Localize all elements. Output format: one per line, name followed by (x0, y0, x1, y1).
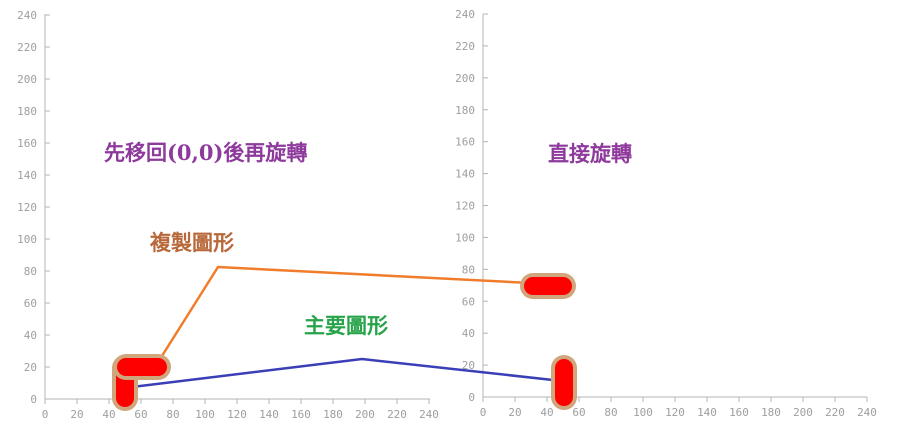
left-x-tick-label: 180 (323, 408, 343, 421)
right-x-tick-label: 160 (729, 406, 749, 419)
right-y-tick-label: 0 (468, 391, 475, 404)
right-x-tick-label: 120 (665, 406, 685, 419)
main-shape-annotation: 主要圖形 (304, 313, 388, 338)
left-y-tick-label: 20 (24, 361, 37, 374)
right-panel: 0 20 40 60 80 100 120 140 160 180 200 220 240 0 20 40 6… (455, 8, 877, 419)
left-y-tick-label: 240 (17, 9, 37, 22)
right-y-tick-label: 80 (462, 263, 475, 276)
right-x-tick-label: 180 (761, 406, 781, 419)
left-y-tick-label: 160 (17, 137, 37, 150)
left-y-tick-label: 140 (17, 169, 37, 182)
right-x-tick-label: 220 (825, 406, 845, 419)
right-y-tick-label: 100 (455, 231, 475, 244)
right-y-tick-label: 220 (455, 40, 475, 53)
right-y-tick-label: 180 (455, 104, 475, 117)
left-y-tick-label: 0 (30, 393, 37, 406)
copy-shape-annotation: 複製圖形 (149, 230, 234, 255)
left-x-tick-label: 200 (355, 408, 375, 421)
left-y-tick-label: 120 (17, 201, 37, 214)
left-y-tick-label: 220 (17, 41, 37, 54)
left-y-tick-label: 40 (24, 329, 37, 342)
right-x-tick-label: 0 (480, 406, 487, 419)
right-x-ticks: 0 20 40 60 80 100 120 140 160 180 200 220 240 (480, 397, 877, 419)
left-x-tick-label: 60 (134, 408, 147, 421)
left-x-tick-label: 0 (42, 408, 49, 421)
right-x-tick-label: 100 (633, 406, 653, 419)
right-y-tick-label: 240 (455, 8, 475, 21)
right-y-tick-label: 200 (455, 72, 475, 85)
main-leader-line (131, 357, 563, 389)
left-x-tick-label: 80 (166, 408, 179, 421)
left-panel: 0 20 40 60 80 100 120 140 160 180 200 220 240 0 20 40 6… (17, 9, 439, 421)
left-y-tick-label: 200 (17, 73, 37, 86)
right-x-tick-label: 60 (572, 406, 585, 419)
left-x-tick-label: 240 (419, 408, 439, 421)
left-y-tick-label: 60 (24, 297, 37, 310)
right-y-tick-label: 160 (455, 136, 475, 149)
right-y-tick-label: 60 (462, 295, 475, 308)
right-x-tick-label: 20 (508, 406, 521, 419)
right-x-tick-label: 80 (604, 406, 617, 419)
right-x-tick-label: 200 (793, 406, 813, 419)
left-y-tick-label: 80 (24, 265, 37, 278)
left-x-tick-label: 120 (227, 408, 247, 421)
right-y-tick-label: 140 (455, 168, 475, 181)
left-x-tick-label: 100 (195, 408, 215, 421)
right-x-tick-label: 40 (540, 406, 553, 419)
left-x-tick-label: 40 (102, 408, 115, 421)
left-y-tick-label: 100 (17, 233, 37, 246)
right-x-tick-label: 240 (857, 406, 877, 419)
diagram-canvas: 020406080100120140160180200220240 0 20 40 6… (17, 8, 877, 421)
right-x-tick-label: 140 (697, 406, 717, 419)
left-x-tick-label: 220 (387, 408, 407, 421)
left-x-ticks: 0 20 40 60 80 100 120 140 160 180 200 220 240 (42, 399, 439, 421)
left-x-tick-label: 140 (259, 408, 279, 421)
left-x-tick-label: 160 (291, 408, 311, 421)
right-y-tick-label: 40 (462, 327, 475, 340)
left-x-tick-label: 20 (70, 408, 83, 421)
right-y-tick-label: 120 (455, 200, 475, 213)
right-title-annotation: 直接旋轉 (548, 141, 632, 166)
left-title-annotation: 先移回(0,0)後再旋轉 (104, 140, 307, 165)
left-y-tick-label: 180 (17, 105, 37, 118)
